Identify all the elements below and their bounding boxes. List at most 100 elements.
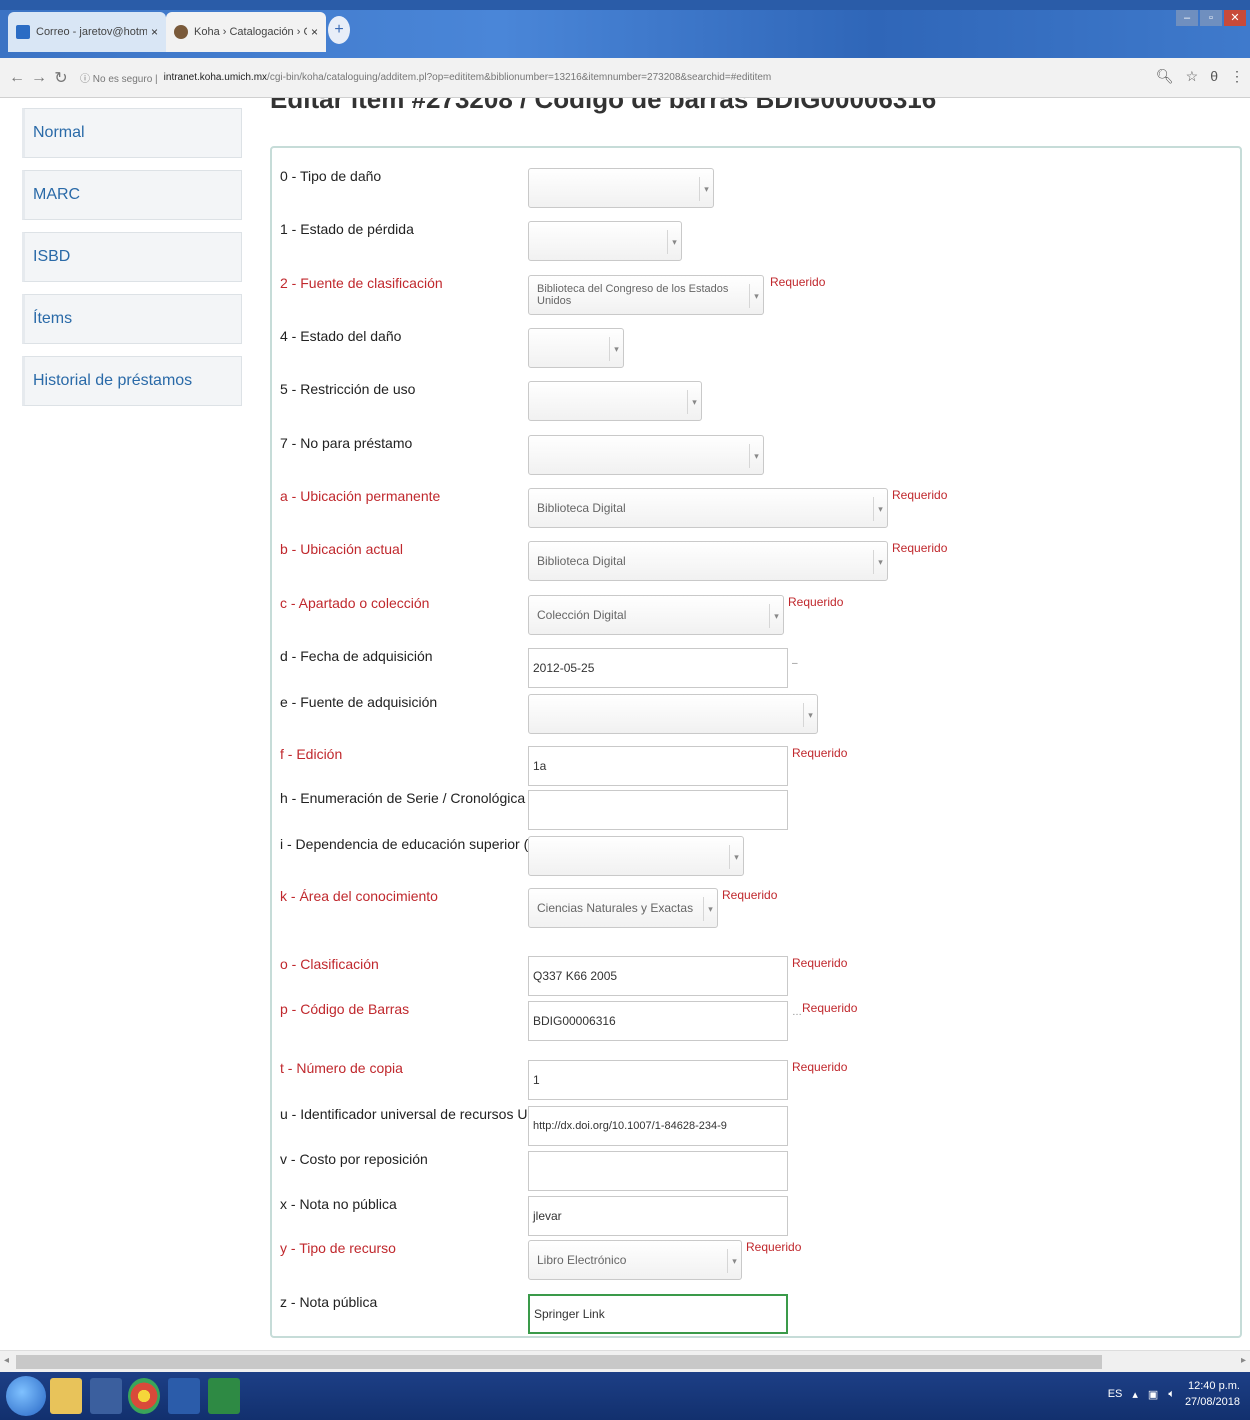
field-label: u - Identificador universal de recursos … bbox=[280, 1106, 546, 1122]
field-label: e - Fuente de adquisición bbox=[280, 694, 438, 710]
chevron-down-icon: ▾ bbox=[727, 1249, 741, 1273]
lost-status-select[interactable]: ▾ bbox=[528, 221, 682, 261]
scroll-right-icon[interactable]: ▸ bbox=[1241, 1355, 1246, 1366]
forward-icon[interactable]: → bbox=[28, 69, 50, 87]
damage-status-select[interactable]: ▾ bbox=[528, 328, 624, 368]
collection-select[interactable]: Colección Digital ▾ bbox=[528, 595, 784, 635]
field-row: f - Edición 1a Requerido bbox=[280, 746, 1220, 786]
tab-correo[interactable]: Correo - jaretov@hotmail.com × bbox=[8, 12, 166, 52]
clock[interactable]: 12:40 p.m. 27/08/2018 bbox=[1185, 1378, 1240, 1410]
page-title: Editar ítem #273208 / Código de barras B… bbox=[270, 98, 937, 114]
classification-input[interactable]: Q337 K66 2005 bbox=[528, 956, 788, 996]
minimize-button[interactable]: – bbox=[1176, 10, 1198, 26]
date-hint: – bbox=[792, 658, 798, 669]
field-label: o - Clasificación bbox=[280, 956, 379, 972]
language-indicator[interactable]: ES bbox=[1108, 1388, 1123, 1400]
required-tag: Requerido bbox=[788, 595, 844, 609]
back-icon[interactable]: ← bbox=[6, 69, 28, 87]
acquisition-source-select[interactable]: ▾ bbox=[528, 694, 818, 734]
knowledge-area-select[interactable]: Ciencias Naturales y Exactas ▾ bbox=[528, 888, 718, 928]
field-label: k - Área del conocimiento bbox=[280, 888, 438, 904]
sidebar-item-label: Normal bbox=[33, 124, 85, 141]
field-label: 2 - Fuente de clasificación bbox=[280, 275, 443, 291]
sidebar-item-marc[interactable]: MARC bbox=[22, 170, 242, 220]
des-select[interactable]: ▾ bbox=[528, 836, 744, 876]
horizontal-scrollbar[interactable]: ◂ ▸ bbox=[0, 1350, 1250, 1372]
field-row: 1 - Estado de pérdida ▾ bbox=[280, 221, 1220, 261]
mail-icon bbox=[16, 25, 30, 39]
koha-icon bbox=[174, 25, 188, 39]
start-button[interactable] bbox=[6, 1376, 46, 1416]
profile-icon[interactable]: θ bbox=[1210, 68, 1218, 85]
resource-type-select[interactable]: Libro Electrónico ▾ bbox=[528, 1240, 742, 1280]
volume-icon[interactable]: 🔈︎ bbox=[1168, 1388, 1175, 1401]
replacement-cost-input[interactable] bbox=[528, 1151, 788, 1191]
sidebar-item-checkout-history[interactable]: Historial de préstamos bbox=[22, 356, 242, 406]
not-for-loan-select[interactable]: ▾ bbox=[528, 435, 764, 475]
clock-date: 27/08/2018 bbox=[1184, 1396, 1240, 1408]
chevron-down-icon: ▾ bbox=[803, 703, 817, 727]
sidebar-item-normal[interactable]: Normal bbox=[22, 108, 242, 158]
tab-label: Koha › Catalogación › Cognitive bbox=[194, 26, 307, 38]
public-note-input[interactable]: Springer Link bbox=[528, 1294, 788, 1334]
chevron-down-icon: ▾ bbox=[769, 604, 783, 628]
select-value: Libro Electrónico bbox=[537, 1253, 627, 1267]
excel-icon[interactable] bbox=[208, 1378, 240, 1414]
zoom-icon[interactable]: 🔍︎ bbox=[1156, 68, 1174, 85]
serial-enumeration-input[interactable] bbox=[528, 790, 788, 830]
maximize-button[interactable]: ▫ bbox=[1200, 10, 1222, 26]
reload-icon[interactable]: ↻ bbox=[50, 68, 72, 88]
field-row: z - Nota pública Springer Link bbox=[280, 1294, 1220, 1334]
select-value: Colección Digital bbox=[537, 608, 627, 622]
sidebar-item-items[interactable]: Ítems bbox=[22, 294, 242, 344]
field-row: v - Costo por reposición bbox=[280, 1151, 1220, 1191]
field-row: h - Enumeración de Serie / Cronológica bbox=[280, 790, 1220, 830]
media-icon[interactable] bbox=[90, 1378, 122, 1414]
explorer-icon[interactable] bbox=[50, 1378, 82, 1414]
current-location-select[interactable]: Biblioteca Digital ▾ bbox=[528, 541, 888, 581]
field-row: i - Dependencia de educación superior (D… bbox=[280, 836, 1220, 876]
tab-koha[interactable]: Koha › Catalogación › Cognitive × bbox=[166, 12, 326, 52]
close-icon[interactable]: × bbox=[311, 25, 318, 39]
scroll-left-icon[interactable]: ◂ bbox=[4, 1355, 9, 1366]
input-value: jlevar bbox=[533, 1209, 562, 1223]
sidebar-item-label: Historial de préstamos bbox=[33, 372, 193, 389]
nonpublic-note-input[interactable]: jlevar bbox=[528, 1196, 788, 1236]
field-row: k - Área del conocimiento Ciencias Natur… bbox=[280, 888, 1220, 928]
damaged-select[interactable]: ▾ bbox=[528, 168, 714, 208]
url-field[interactable]: intranet.koha.umich.mx/cgi-bin/koha/cata… bbox=[164, 72, 884, 83]
input-value: 2012-05-25 bbox=[533, 661, 595, 675]
security-indicator[interactable]: ⓘ No es seguro | bbox=[80, 70, 158, 85]
close-icon[interactable]: × bbox=[151, 25, 158, 39]
field-row: y - Tipo de recurso Libro Electrónico ▾ … bbox=[280, 1240, 1220, 1280]
menu-icon[interactable]: ⋮ bbox=[1230, 68, 1244, 85]
tray-arrow-icon[interactable]: ▴ bbox=[1132, 1388, 1138, 1401]
classification-source-select[interactable]: Biblioteca del Congreso de los Estados U… bbox=[528, 275, 764, 315]
use-restriction-select[interactable]: ▾ bbox=[528, 381, 702, 421]
field-row: 0 - Tipo de daño ▾ bbox=[280, 168, 1220, 208]
word-icon[interactable] bbox=[168, 1378, 200, 1414]
url-input[interactable]: http://dx.doi.org/10.1007/1-84628-234-9 bbox=[528, 1106, 788, 1146]
clock-time: 12:40 p.m. bbox=[1188, 1380, 1240, 1392]
windows-taskbar: ES ▴ ▣ 🔈︎ 12:40 p.m. 27/08/2018 bbox=[0, 1372, 1250, 1420]
field-row: e - Fuente de adquisición ▾ bbox=[280, 694, 1220, 734]
input-value: Q337 K66 2005 bbox=[533, 969, 618, 983]
required-tag: Requerido bbox=[746, 1240, 802, 1254]
sidebar-item-isbd[interactable]: ISBD bbox=[22, 232, 242, 282]
field-label: p - Código de Barras bbox=[280, 1001, 410, 1017]
titlebar-strip bbox=[0, 0, 1250, 10]
permanent-location-select[interactable]: Biblioteca Digital ▾ bbox=[528, 488, 888, 528]
field-row: d - Fecha de adquisición 2012-05-25 – bbox=[280, 648, 1220, 688]
edition-input[interactable]: 1a bbox=[528, 746, 788, 786]
chrome-icon[interactable] bbox=[128, 1378, 160, 1414]
chevron-down-icon: ▾ bbox=[729, 845, 743, 869]
network-icon[interactable]: ▣ bbox=[1148, 1388, 1158, 1401]
close-window-button[interactable]: ✕ bbox=[1224, 10, 1246, 26]
field-row: 4 - Estado del daño ▾ bbox=[280, 328, 1220, 368]
new-tab-button[interactable]: + bbox=[328, 16, 350, 44]
copy-number-input[interactable]: 1 bbox=[528, 1060, 788, 1100]
scrollbar-thumb[interactable] bbox=[16, 1355, 1102, 1369]
acquisition-date-input[interactable]: 2012-05-25 bbox=[528, 648, 788, 688]
barcode-input[interactable]: BDIG00006316 bbox=[528, 1001, 788, 1041]
star-icon[interactable]: ☆ bbox=[1186, 68, 1199, 85]
